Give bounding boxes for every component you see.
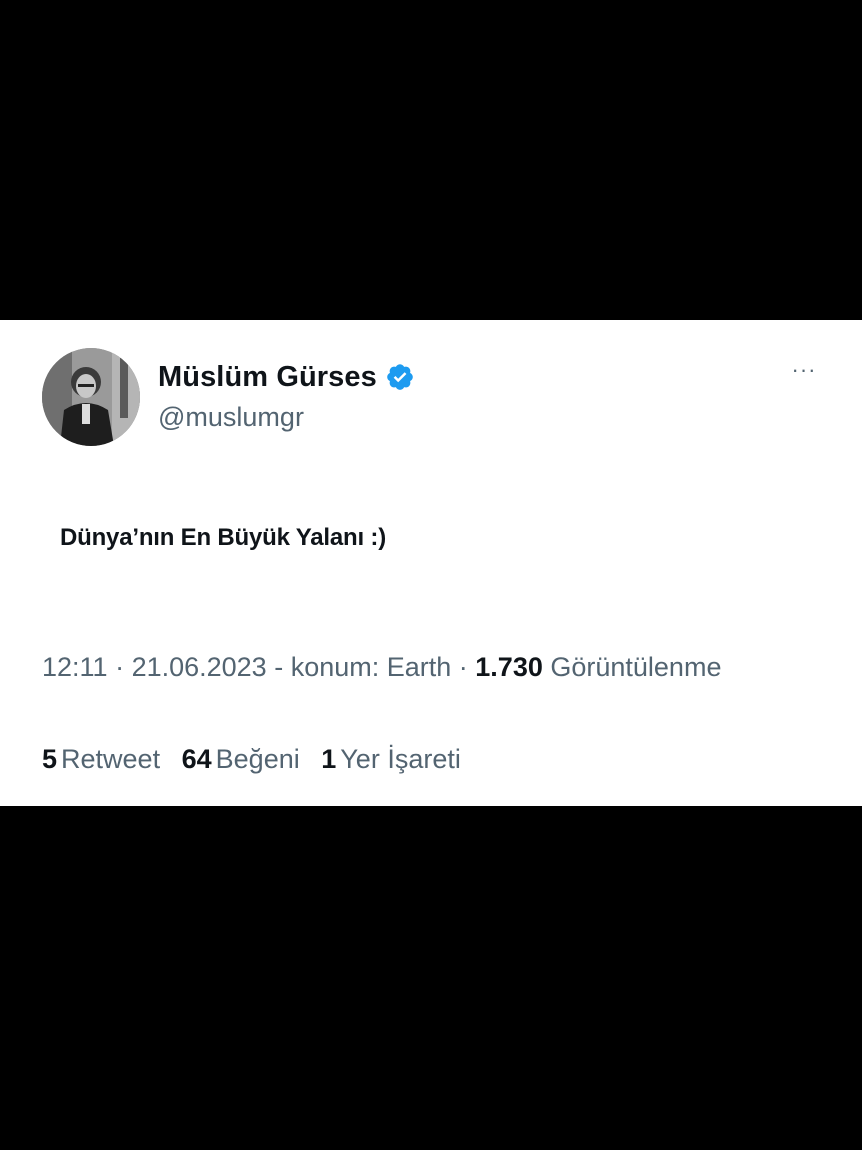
tweet-date[interactable]: 21.06.2023	[132, 652, 267, 682]
likes-stat[interactable]: 64 Beğeni	[182, 744, 300, 775]
video-frame: Müslüm Gürses @muslumgr ··· Dünya’nın En…	[0, 0, 862, 1150]
avatar[interactable]	[42, 348, 140, 446]
views-count: 1.730	[475, 652, 543, 682]
bookmarks-stat[interactable]: 1 Yer İşareti	[321, 744, 461, 775]
likes-label: Beğeni	[215, 744, 300, 774]
author-display-name[interactable]: Müslüm Gürses	[158, 361, 377, 394]
more-options-button[interactable]: ···	[786, 358, 822, 382]
tweet-meta: 12:11 · 21.06.2023 - konum: Earth · 1.73…	[42, 652, 721, 683]
likes-count: 64	[181, 744, 212, 774]
bookmarks-count: 1	[321, 744, 337, 774]
tweet-text: Dünya’nın En Büyük Yalanı :)	[60, 524, 387, 551]
retweets-label: Retweet	[61, 744, 161, 774]
verified-badge-icon	[385, 362, 415, 392]
tweet-location: - konum: Earth	[266, 652, 452, 682]
tweet-time[interactable]: 12:11	[42, 652, 108, 682]
retweets-count: 5	[42, 744, 58, 774]
meta-separator: ·	[451, 652, 476, 682]
tweet-card: Müslüm Gürses @muslumgr ··· Dünya’nın En…	[0, 320, 862, 806]
tweet-stats: 5 Retweet 64 Beğeni 1 Yer İşareti	[42, 744, 475, 775]
retweets-stat[interactable]: 5 Retweet	[42, 744, 160, 775]
bookmarks-label: Yer İşareti	[340, 744, 461, 774]
author-name-row: Müslüm Gürses	[158, 358, 415, 396]
meta-separator: ·	[107, 652, 132, 682]
avatar-photo-icon	[42, 348, 140, 446]
views-label: Görüntülenme	[542, 652, 722, 682]
author-handle[interactable]: @muslumgr	[158, 402, 304, 433]
